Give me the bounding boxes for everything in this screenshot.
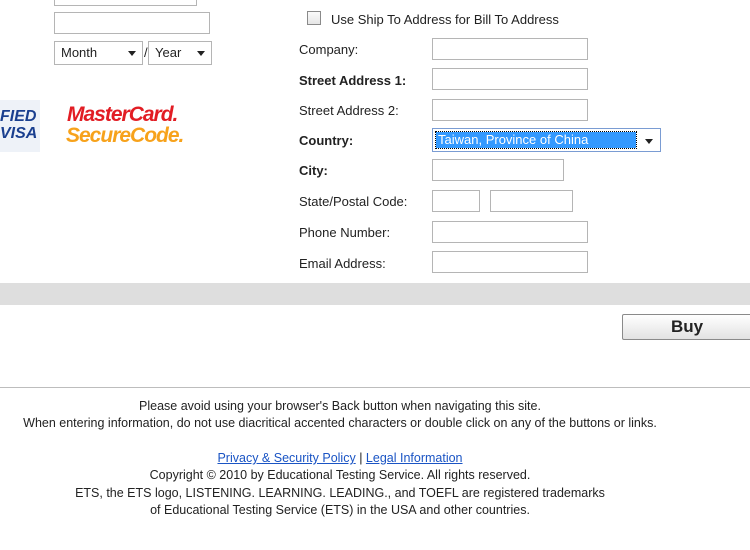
phone-label: Phone Number: — [299, 225, 391, 240]
use-ship-to-label: Use Ship To Address for Bill To Address — [331, 12, 559, 27]
chevron-down-icon — [128, 51, 136, 56]
footer-trademark-2: of Educational Testing Service (ETS) in … — [150, 503, 530, 517]
footer-notice-2: When entering information, do not use di… — [23, 416, 657, 430]
legal-information-link[interactable]: Legal Information — [366, 451, 463, 465]
card-field-top[interactable] — [54, 0, 197, 6]
footer-copyright: Copyright © 2010 by Educational Testing … — [149, 468, 531, 482]
email-label: Email Address: — [299, 256, 386, 271]
city-input[interactable] — [432, 159, 564, 181]
state-postal-label: State/Postal Code: — [299, 194, 408, 209]
company-input[interactable] — [432, 38, 588, 60]
email-input[interactable] — [432, 251, 588, 273]
postal-code-input[interactable] — [490, 190, 573, 212]
buy-button[interactable]: Buy — [622, 314, 750, 340]
state-input[interactable] — [432, 190, 480, 212]
expiry-year-select[interactable]: Year — [148, 41, 212, 65]
footer-trademark-1: ETS, the ETS logo, LISTENING. LEARNING. … — [75, 486, 605, 500]
expiry-month-value: Month — [61, 45, 98, 60]
privacy-policy-link[interactable]: Privacy & Security Policy — [217, 451, 355, 465]
footer-links: Privacy & Security Policy | Legal Inform… — [0, 451, 680, 465]
street1-input[interactable] — [432, 68, 588, 90]
expiry-year-value: Year — [155, 45, 182, 60]
company-label: Company: — [299, 42, 359, 57]
mastercard-securecode-logo-2: SecureCode. — [66, 124, 184, 147]
footer-notice-1: Please avoid using your browser's Back b… — [139, 399, 541, 413]
verified-by-visa-text: FIED — [0, 108, 37, 125]
footer-link-separator: | — [359, 451, 363, 465]
expiry-month-select[interactable]: Month — [54, 41, 143, 65]
city-label: City: — [299, 163, 328, 178]
street2-label: Street Address 2: — [299, 103, 399, 118]
phone-input[interactable] — [432, 221, 588, 243]
country-label: Country: — [299, 133, 354, 148]
street2-input[interactable] — [432, 99, 588, 121]
section-divider-band — [0, 283, 750, 305]
street1-label: Street Address 1: — [299, 73, 407, 88]
country-select[interactable]: Taiwan, Province of China — [432, 128, 661, 152]
card-security-code-input[interactable] — [54, 12, 210, 34]
footer-divider — [0, 387, 750, 388]
use-ship-to-checkbox[interactable] — [307, 11, 321, 25]
verified-by-visa-text-2: VISA — [0, 125, 38, 142]
country-selected-value: Taiwan, Province of China — [435, 131, 637, 149]
chevron-down-icon — [645, 139, 653, 144]
chevron-down-icon — [197, 51, 205, 56]
